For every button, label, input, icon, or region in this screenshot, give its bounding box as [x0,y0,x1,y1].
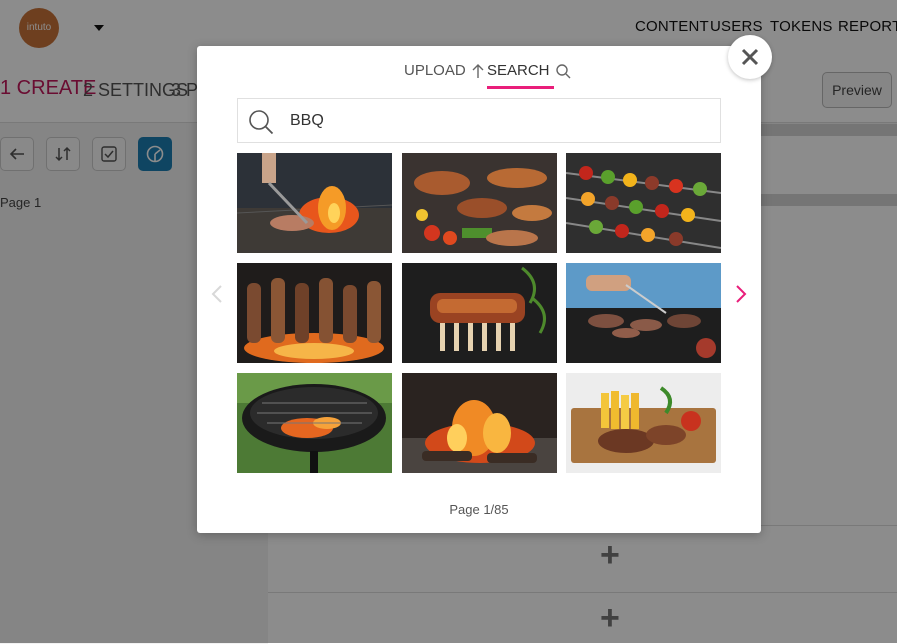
image-picker-modal: UPLOAD SEARCH BBQ Page 1/85 [197,46,761,533]
prev-page-arrow-icon[interactable] [208,284,228,304]
image-result[interactable] [566,263,721,363]
image-result[interactable] [237,373,392,473]
search-field[interactable] [237,98,721,143]
pagination-label: Page 1/85 [449,502,509,517]
tab-search[interactable]: SEARCH [487,62,571,79]
image-result[interactable] [237,153,392,253]
close-button[interactable] [728,35,772,79]
image-result[interactable] [402,263,557,363]
upload-arrow-icon [472,63,484,78]
search-icon [555,63,571,78]
image-result[interactable] [566,373,721,473]
search-icon [249,110,274,135]
close-icon [741,48,759,66]
tab-search-label: SEARCH [487,62,550,79]
next-page-arrow-icon[interactable] [730,284,750,304]
active-tab-indicator [487,86,554,89]
tab-upload-label: UPLOAD [404,62,466,79]
image-results-grid [237,153,721,473]
image-result[interactable] [566,153,721,253]
tab-upload[interactable]: UPLOAD [404,62,485,79]
search-input[interactable] [290,99,710,142]
image-result[interactable] [402,153,557,253]
image-result[interactable] [402,373,557,473]
image-result[interactable] [237,263,392,363]
